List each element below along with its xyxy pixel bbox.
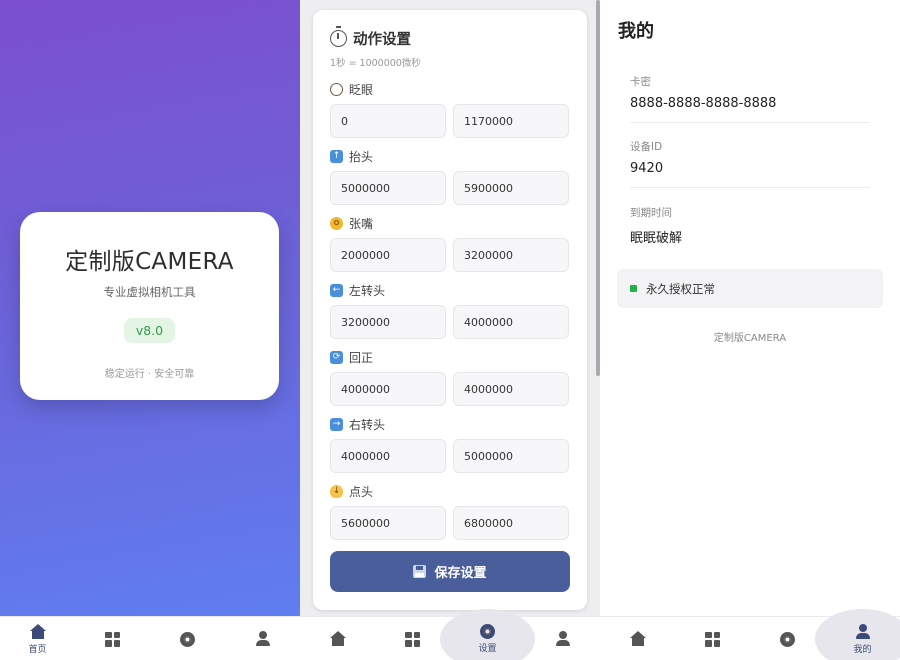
arrow-right-icon: →: [330, 417, 343, 431]
nav-profile[interactable]: [225, 617, 300, 660]
gear-icon: [180, 631, 195, 647]
action-end-input[interactable]: [453, 372, 569, 406]
nav-dashboard[interactable]: [75, 617, 150, 660]
refresh-icon: ⟳: [330, 350, 343, 364]
settings-screen: 动作设置 1秒 = 1000000微秒 眨眼 ↑抬头 o张嘴 ←左转头 ⟳回正 …: [300, 0, 600, 660]
bottom-nav: 我的: [600, 609, 900, 660]
field-label: 设备ID: [630, 141, 663, 153]
action-start-input[interactable]: [330, 171, 446, 205]
nav-profile[interactable]: [525, 617, 600, 660]
license-status: 永久授权正常: [617, 269, 883, 308]
action-label: 张嘴: [349, 216, 374, 231]
open-mouth-face-icon: o: [330, 216, 343, 230]
app-title: 定制版CAMERA: [65, 249, 234, 275]
floppy-disk-icon: [413, 565, 427, 578]
eye-icon: [330, 82, 343, 96]
profile-screen: 我的 卡密 8888-8888-8888-8888 设备ID 9420 到期时间…: [600, 0, 900, 660]
bottom-nav: 设置: [300, 609, 600, 660]
arrow-up-icon: ↑: [330, 149, 343, 163]
action-row: 眨眼: [330, 81, 570, 138]
dashboard-icon: [705, 631, 720, 647]
app-subtitle: 专业虚拟相机工具: [103, 285, 196, 299]
save-button-label: 保存设置: [434, 566, 487, 581]
action-end-input[interactable]: [453, 305, 569, 339]
action-label: 右转头: [349, 417, 386, 432]
nav-home[interactable]: 首页: [0, 617, 75, 660]
arrow-left-icon: ←: [330, 283, 343, 297]
field-label: 到期时间: [630, 207, 672, 219]
action-row: ⟳ 回正: [330, 349, 570, 406]
unit-note: 1秒 = 1000000微秒: [330, 58, 421, 69]
hand-point-down-icon: ↓: [330, 484, 343, 498]
action-end-input[interactable]: [453, 506, 569, 540]
action-row: ← 左转头: [330, 282, 570, 339]
action-label: 抬头: [349, 149, 374, 164]
action-end-input[interactable]: [453, 439, 569, 473]
page-title: 我的: [618, 21, 654, 42]
card-key-field: 卡密 8888-8888-8888-8888: [630, 74, 870, 123]
user-icon: [855, 623, 871, 640]
settings-title: 动作设置: [353, 32, 411, 48]
action-start-input[interactable]: [330, 439, 446, 473]
field-value: 9420: [630, 161, 664, 176]
action-end-input[interactable]: [453, 171, 569, 205]
home-icon: [29, 623, 46, 640]
nav-profile-label: 我的: [853, 644, 872, 655]
user-icon: [555, 631, 571, 647]
action-start-input[interactable]: [330, 305, 446, 339]
device-id-field: 设备ID 9420: [630, 139, 870, 188]
app-info-card: 定制版CAMERA 专业虚拟相机工具 v8.0 稳定运行 · 安全可靠: [20, 212, 279, 400]
action-label: 眨眼: [349, 82, 374, 97]
action-start-input[interactable]: [330, 506, 446, 540]
save-settings-button[interactable]: 保存设置: [330, 551, 570, 592]
action-label: 左转头: [349, 283, 386, 298]
expiry-field: 到期时间 眠眠破解: [630, 205, 870, 257]
nav-settings-label: 设置: [478, 644, 497, 654]
field-value: 眠眠破解: [630, 231, 683, 246]
field-value: 8888-8888-8888-8888: [630, 96, 777, 111]
action-start-input[interactable]: [330, 104, 446, 138]
settings-header: 动作设置: [330, 26, 411, 49]
nav-home-label: 首页: [28, 644, 47, 655]
nav-settings[interactable]: 设置: [440, 609, 535, 660]
timer-icon: [330, 26, 347, 47]
nav-settings[interactable]: [150, 617, 225, 660]
status-indicator-icon: [630, 285, 637, 292]
action-row: → 右转头: [330, 416, 570, 473]
home-screen: 定制版CAMERA 专业虚拟相机工具 v8.0 稳定运行 · 安全可靠 首页: [0, 0, 300, 660]
action-end-input[interactable]: [453, 238, 569, 272]
gear-icon: [480, 624, 495, 639]
version-badge: v8.0: [123, 318, 176, 343]
app-footer: 定制版CAMERA: [713, 333, 787, 344]
nav-home[interactable]: [600, 617, 675, 660]
status-text: 永久授权正常: [646, 281, 715, 296]
action-start-input[interactable]: [330, 372, 446, 406]
action-start-input[interactable]: [330, 238, 446, 272]
nav-profile[interactable]: 我的: [815, 609, 900, 660]
nav-home[interactable]: [300, 617, 375, 660]
nav-dashboard[interactable]: [675, 617, 750, 660]
field-label: 卡密: [630, 76, 651, 88]
user-icon: [255, 631, 271, 647]
action-row: ↓ 点头: [330, 483, 570, 540]
action-row: ↑ 抬头: [330, 148, 570, 205]
dashboard-icon: [405, 631, 420, 647]
bottom-nav: 首页: [0, 616, 300, 660]
action-label: 回正: [349, 350, 374, 365]
home-icon: [329, 631, 346, 647]
action-row: o 张嘴: [330, 215, 570, 272]
nav-dashboard[interactable]: [375, 617, 450, 660]
action-settings-card: 动作设置 1秒 = 1000000微秒 眨眼 ↑抬头 o张嘴 ←左转头 ⟳回正 …: [313, 10, 587, 610]
nav-settings[interactable]: [750, 617, 825, 660]
app-tagline: 稳定运行 · 安全可靠: [104, 369, 195, 380]
dashboard-icon: [105, 631, 120, 647]
home-icon: [629, 631, 646, 647]
gear-icon: [780, 631, 795, 647]
action-end-input[interactable]: [453, 104, 569, 138]
action-label: 点头: [349, 484, 374, 499]
